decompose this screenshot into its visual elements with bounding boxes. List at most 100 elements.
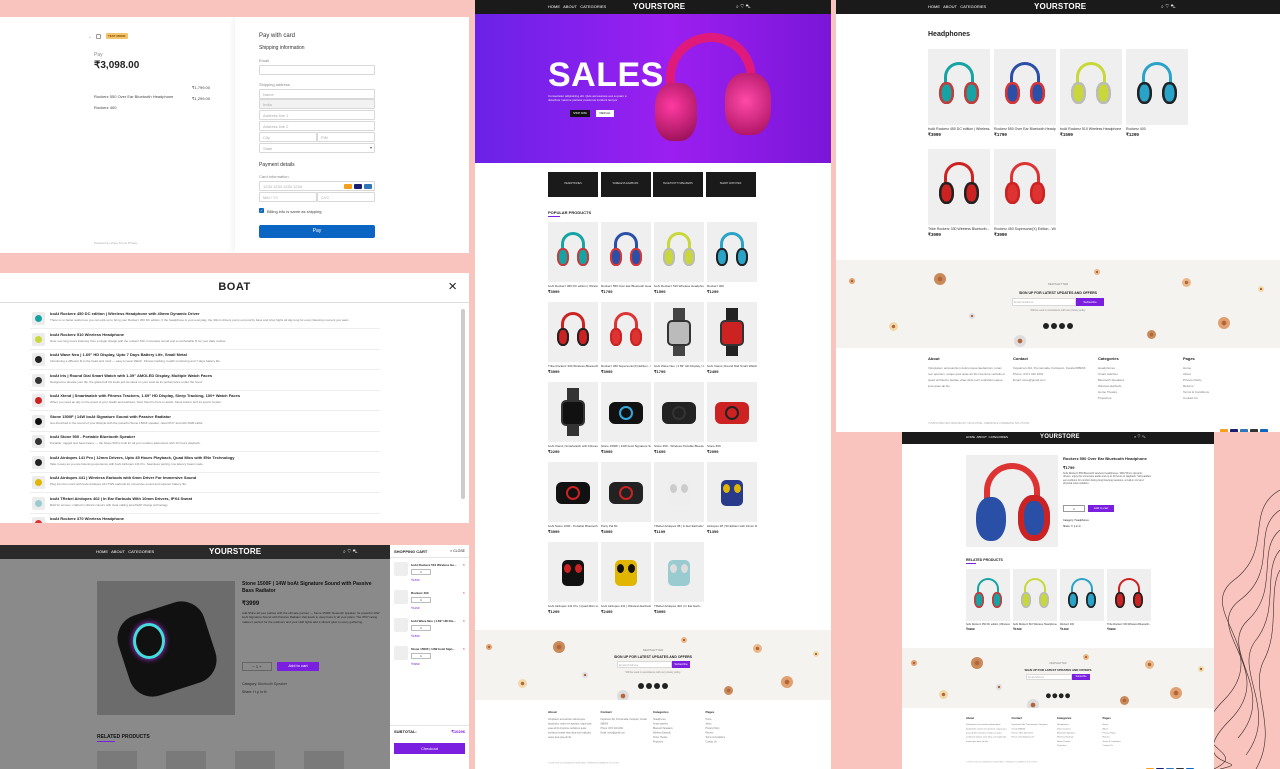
twitter-icon[interactable] — [1051, 323, 1057, 329]
result-row[interactable]: boAt Rockerz 370 Wireless Headphone — [30, 514, 380, 523]
product-card[interactable]: Rockerz 400 ₹1299 — [1060, 569, 1104, 639]
billing-same-checkbox[interactable]: ✓ — [259, 208, 264, 213]
search-icon[interactable]: ⌕ — [736, 4, 739, 10]
linkedin-icon[interactable] — [1065, 693, 1070, 699]
product-card[interactable]: boAt Stone 1000 - Portable Bluetooth Sp.… — [548, 462, 598, 534]
scrollbar[interactable] — [461, 309, 465, 499]
name-field[interactable]: Name — [259, 89, 375, 99]
address-line2-field[interactable]: Address line 2 — [259, 121, 375, 131]
minus-icon[interactable]: − — [252, 664, 254, 669]
state-select[interactable]: State ▾ — [259, 143, 375, 153]
category-tile[interactable]: WIRELESS EARBUDS — [600, 172, 651, 197]
store-logo[interactable]: YOURSTORE — [633, 2, 685, 11]
cart-icon[interactable]: ⛍ — [1142, 434, 1146, 439]
remove-item-icon[interactable]: × — [463, 590, 465, 595]
expiry-field[interactable]: MM / YY — [259, 192, 317, 202]
subscribe-button[interactable]: Subscribe — [672, 661, 690, 668]
cart-item-qty-stepper[interactable]: 1 — [411, 625, 431, 631]
result-row[interactable]: boAt Iris | Round Dial Smart Watch with … — [30, 371, 380, 391]
nav-home[interactable]: HOME — [966, 435, 975, 439]
result-row[interactable]: boAt Rockerz 510 Wireless Headphone Now, … — [30, 330, 380, 350]
newsletter-email-input[interactable]: Email Address — [1026, 674, 1072, 680]
subscribe-button[interactable]: Subscribe — [1072, 674, 1090, 680]
instagram-icon[interactable] — [654, 683, 660, 689]
nav-home[interactable]: HOME — [548, 4, 560, 9]
cart-icon[interactable]: ⛍ — [1170, 4, 1175, 10]
search-icon[interactable]: ⌕ — [1134, 434, 1136, 439]
result-row[interactable]: Stone 1500F | 14W boAt Signature Sound w… — [30, 412, 380, 432]
nav-categories[interactable]: CATEGORIES — [580, 4, 606, 9]
nav-categories[interactable]: CATEGORIES — [128, 549, 154, 554]
add-to-cart-button[interactable]: Add to cart — [277, 662, 319, 671]
product-card[interactable]: boAt Rockerz 450 DC edition | Wireless..… — [548, 222, 598, 294]
product-card[interactable]: Airdopes 38 | 50 Edition with 10mm Dri..… — [707, 462, 757, 534]
category-value[interactable]: Bluetooth Speaker — [258, 682, 287, 686]
nav-about[interactable]: ABOUT — [111, 549, 125, 554]
search-icon[interactable]: ⌕ — [1161, 4, 1164, 10]
newsletter-email-input[interactable]: Email Address — [1012, 298, 1076, 306]
cvc-field[interactable]: CVC — [317, 192, 375, 202]
product-card[interactable]: boAt Xtend | Round Dial Smart Watch with… — [707, 302, 757, 374]
checkout-button[interactable]: Checkout — [394, 743, 465, 754]
result-row[interactable]: boAt Xtend | Smartwatch with Fitness Tra… — [30, 391, 380, 411]
add-to-cart-button[interactable]: Add to cart — [1088, 505, 1114, 512]
nav-about[interactable]: ABOUT — [943, 4, 957, 9]
newsletter-email-input[interactable]: Email Address — [617, 661, 672, 668]
footer-page-link[interactable]: Contact Us — [706, 739, 726, 744]
related-card[interactable] — [97, 751, 137, 769]
view-all-button[interactable]: VIEW ALL — [596, 110, 614, 117]
product-card[interactable]: Tribe Rockerz 330 Wireless Bluetooth... ₹… — [928, 149, 990, 244]
social-icons[interactable]: f t p in ✉ — [1071, 525, 1081, 528]
detail-category[interactable]: Category: Headphones — [1063, 519, 1089, 522]
result-row[interactable]: boAt Airdopes 141 Pro | 12mm Drivers, Up… — [30, 453, 380, 473]
subscribe-button[interactable]: Subscribe — [1076, 298, 1104, 306]
nav-about[interactable]: ABOUT — [977, 435, 987, 439]
store-logo[interactable]: YOURSTORE — [1040, 434, 1080, 440]
shop-now-button[interactable]: SHOP NOW — [570, 110, 590, 117]
product-card[interactable]: boAt Airdopes 441 | Wireless Earbuds wit… — [601, 542, 651, 614]
search-icon[interactable]: ⌕ — [343, 549, 346, 555]
cart-icon[interactable]: ⛍ — [745, 4, 750, 10]
instagram-icon[interactable] — [1059, 323, 1065, 329]
result-row[interactable]: boAt Stone 500 - Portable Bluetooth Spea… — [30, 432, 380, 452]
email-field[interactable] — [259, 65, 375, 75]
back-arrow-icon[interactable]: ← — [88, 34, 93, 40]
country-select[interactable]: India — [259, 99, 375, 109]
product-card[interactable]: Party Pal 60 ₹4999 — [601, 462, 651, 534]
remove-item-icon[interactable]: × — [463, 618, 465, 623]
instagram-icon[interactable] — [1058, 693, 1064, 699]
nav-home[interactable]: HOME — [928, 4, 940, 9]
product-card[interactable]: boAt Wave Neo | 1.69" HD Display, Upto..… — [654, 302, 704, 374]
product-card[interactable]: boAt Xtend | Smartwatch with Fitness Tr.… — [548, 382, 598, 454]
product-card[interactable]: boAt Rockerz 510 Wireless Headphone ₹1599 — [1013, 569, 1057, 639]
related-card[interactable] — [304, 751, 344, 769]
product-card[interactable]: Stone 1500F | 14W boAt Signature Sound..… — [601, 382, 651, 454]
footer-category-link[interactable]: Projectors — [653, 739, 673, 744]
linkedin-icon[interactable] — [662, 683, 668, 689]
nav-categories[interactable]: CATEGORIES — [989, 435, 1008, 439]
product-card[interactable]: Rockerz 550 Over Ear Bluetooth Headph...… — [601, 222, 651, 294]
nav-categories[interactable]: CATEGORIES — [960, 4, 986, 9]
remove-item-icon[interactable]: × — [463, 562, 465, 567]
pay-button[interactable]: Pay — [259, 225, 375, 238]
product-card[interactable]: Stone 350 - Wireless Portable Bluetooth.… — [654, 382, 704, 454]
product-card[interactable]: boAt Airdopes 141 Pro | Quad Mics with..… — [548, 542, 598, 614]
address-line1-field[interactable]: Address line 1 — [259, 110, 375, 120]
related-card[interactable] — [235, 751, 275, 769]
quantity-stepper[interactable]: − 1 + — [242, 662, 272, 671]
category-tile[interactable]: SMART WATCHES — [705, 172, 756, 197]
cart-close[interactable]: × CLOSE — [450, 549, 465, 553]
heart-icon[interactable]: ♡ — [1137, 434, 1140, 439]
footer-page-link[interactable]: Contact Us — [1183, 395, 1209, 401]
heart-icon[interactable]: ♡ — [347, 549, 351, 555]
result-row[interactable]: boAt Airdopes 441 | Wireless Earbuds wit… — [30, 473, 380, 493]
close-icon[interactable]: × — [448, 278, 457, 295]
footer-page-link[interactable]: Contact Us — [1103, 743, 1121, 747]
product-card[interactable]: TRebel Airdopes 402 | In Ear Earb... ₹399… — [654, 542, 704, 614]
category-tile[interactable]: HEADPHONES — [548, 172, 598, 197]
card-number-field[interactable]: 1234 1234 1234 1234 — [259, 181, 375, 191]
product-card[interactable]: Tribe Rockerz 330 Wireless Bluetooth... ₹… — [548, 302, 598, 374]
product-card[interactable]: Rockerz 400 ₹1299 — [707, 222, 757, 294]
product-card[interactable]: TRebel Airdopes 38 | In Ear Earbuds With… — [654, 462, 704, 534]
product-card[interactable]: boAt Rockerz 450 DC edition | Wireless..… — [928, 49, 990, 144]
